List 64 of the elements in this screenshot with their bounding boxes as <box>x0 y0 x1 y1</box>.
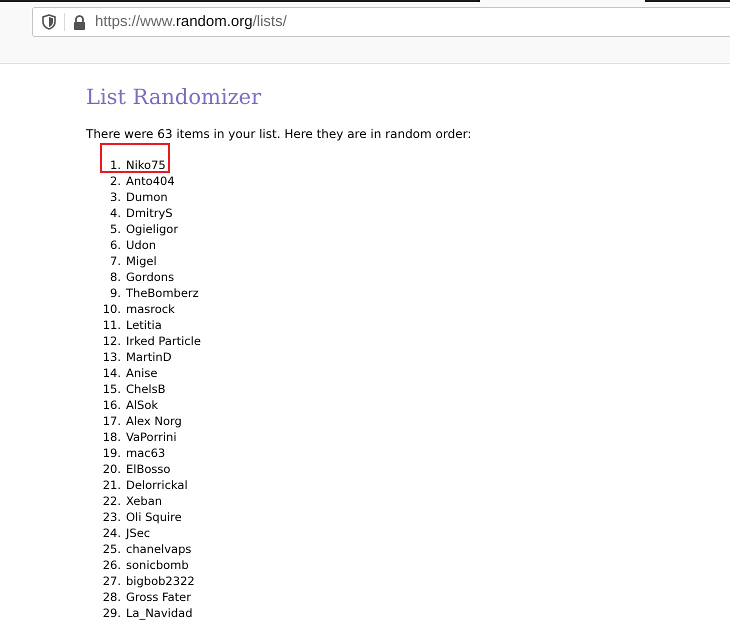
list-number: 20. <box>102 461 121 477</box>
list-item: Dumon <box>126 189 168 205</box>
list-item: Niko75 <box>126 157 166 173</box>
list-item: Letitia <box>126 317 162 333</box>
list-number: 19. <box>102 445 121 461</box>
shield-icon[interactable] <box>42 14 56 30</box>
list-number: 6. <box>109 237 121 253</box>
list-item: AlSok <box>126 397 158 413</box>
intro-text: There were 63 items in your list. Here they are in random order: <box>86 126 472 142</box>
list-number: 5. <box>109 221 121 237</box>
list-item: La_Navidad <box>126 605 193 621</box>
list-number: 18. <box>102 429 121 445</box>
list-item: Xeban <box>126 493 162 509</box>
list-item: Delorrickal <box>126 477 188 493</box>
list-number: 17. <box>102 413 121 429</box>
list-number: 2. <box>109 173 121 189</box>
list-item: masrock <box>126 301 175 317</box>
list-item: bigbob2322 <box>126 573 195 589</box>
url-text[interactable]: https://www.random.org/lists/ <box>95 10 287 34</box>
list-number: 26. <box>102 557 121 573</box>
list-item: Oli Squire <box>126 509 182 525</box>
list-item: Migel <box>126 253 157 269</box>
list-item: MartinD <box>126 349 172 365</box>
list-number: 1. <box>109 157 121 173</box>
list-number: 24. <box>102 525 121 541</box>
list-number: 7. <box>109 253 121 269</box>
list-number: 16. <box>102 397 121 413</box>
list-number: 12. <box>102 333 121 349</box>
list-item: Gordons <box>126 269 174 285</box>
list-number: 14. <box>102 365 121 381</box>
list-item: Udon <box>126 237 156 253</box>
list-item: sonicbomb <box>126 557 189 573</box>
list-number: 28. <box>102 589 121 605</box>
list-number: 4. <box>109 205 121 221</box>
list-item: Anto404 <box>126 173 175 189</box>
list-number: 29. <box>102 605 121 621</box>
list-number: 3. <box>109 189 121 205</box>
list-item: Irked Particle <box>126 333 201 349</box>
list-number: 10. <box>102 301 121 317</box>
list-number: 8. <box>109 269 121 285</box>
list-item: DmitryS <box>126 205 173 221</box>
list-item: Anise <box>126 365 158 381</box>
list-number: 25. <box>102 541 121 557</box>
list-number: 23. <box>102 509 121 525</box>
list-item: VaPorrini <box>126 429 177 445</box>
list-number: 21. <box>102 477 121 493</box>
list-item: JSec <box>126 525 150 541</box>
list-item: ElBosso <box>126 461 170 477</box>
list-item: Alex Norg <box>126 413 182 429</box>
list-number: 15. <box>102 381 121 397</box>
page-title: List Randomizer <box>86 84 262 110</box>
list-item: ChelsB <box>126 381 166 397</box>
list-item: Ogieligor <box>126 221 178 237</box>
address-bar[interactable]: https://www.random.org/lists/ <box>32 7 730 37</box>
list-number: 27. <box>102 573 121 589</box>
list-item: mac63 <box>126 445 166 461</box>
list-item: chanelvaps <box>126 541 192 557</box>
list-item: Gross Fater <box>126 589 191 605</box>
list-number: 13. <box>102 349 121 365</box>
lock-icon[interactable] <box>73 14 86 30</box>
list-number: 9. <box>109 285 121 301</box>
list-number: 11. <box>102 317 121 333</box>
list-item: TheBomberz <box>126 285 199 301</box>
list-number: 22. <box>102 493 121 509</box>
